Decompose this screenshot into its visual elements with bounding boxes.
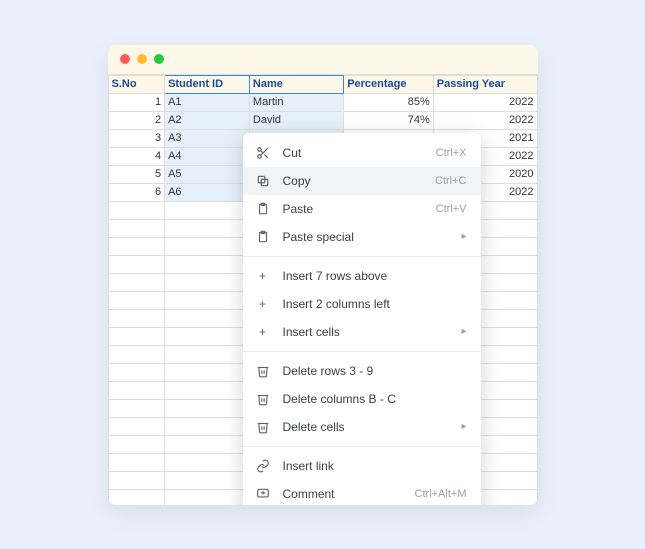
cell-student-id[interactable]: A1 (165, 93, 250, 111)
plus-icon: + (255, 324, 271, 340)
submenu-arrow-icon: ▸ (461, 231, 466, 242)
menu-delete-cols[interactable]: Delete columns B - C (243, 385, 481, 413)
submenu-arrow-icon: ▸ (461, 421, 466, 432)
link-icon (255, 458, 271, 474)
menu-paste[interactable]: Paste Ctrl+V (243, 195, 481, 223)
cell-student-id[interactable]: A4 (165, 147, 250, 165)
menu-label: Copy (283, 174, 424, 188)
menu-insert-cells[interactable]: + Insert cells ▸ (243, 318, 481, 346)
comment-icon (255, 486, 271, 502)
cell-sno[interactable]: 1 (108, 93, 165, 111)
header-sno[interactable]: S.No (108, 75, 165, 93)
menu-shortcut: Ctrl+V (436, 203, 467, 215)
menu-delete-rows[interactable]: Delete rows 3 - 9 (243, 357, 481, 385)
header-row: S.No Student ID Name Percentage Passing … (108, 75, 537, 93)
context-menu: Cut Ctrl+X Copy Ctrl+C Paste Ctrl+V Past… (243, 133, 481, 505)
menu-label: Paste special (283, 230, 450, 244)
header-passing-year[interactable]: Passing Year (433, 75, 537, 93)
table-row[interactable]: 1A1Martin85%2022 (108, 93, 537, 111)
cell-name[interactable]: David (249, 111, 343, 129)
menu-label: Comment (283, 487, 403, 501)
titlebar (108, 45, 538, 75)
menu-label: Insert 2 columns left (283, 297, 467, 311)
cell-sno[interactable]: 2 (108, 111, 165, 129)
menu-label: Insert cells (283, 325, 450, 339)
menu-label: Insert link (283, 459, 467, 473)
cell-year[interactable]: 2022 (433, 93, 537, 111)
cell-student-id[interactable]: A3 (165, 129, 250, 147)
cell-sno[interactable]: 4 (108, 147, 165, 165)
cell-sno[interactable]: 6 (108, 183, 165, 201)
header-percentage[interactable]: Percentage (344, 75, 434, 93)
menu-label: Insert 7 rows above (283, 269, 467, 283)
cell-percentage[interactable]: 74% (344, 111, 434, 129)
menu-divider (243, 446, 481, 447)
cell-student-id[interactable]: A5 (165, 165, 250, 183)
menu-copy[interactable]: Copy Ctrl+C (243, 167, 481, 195)
cell-sno[interactable]: 5 (108, 165, 165, 183)
cell-student-id[interactable]: A2 (165, 111, 250, 129)
trash-icon (255, 419, 271, 435)
menu-paste-special[interactable]: Paste special ▸ (243, 223, 481, 251)
cell-sno[interactable]: 3 (108, 129, 165, 147)
submenu-arrow-icon: ▸ (461, 326, 466, 337)
minimize-dot[interactable] (137, 54, 147, 64)
header-name[interactable]: Name (249, 75, 343, 93)
cell-year[interactable]: 2022 (433, 111, 537, 129)
menu-cut[interactable]: Cut Ctrl+X (243, 139, 481, 167)
menu-divider (243, 351, 481, 352)
table-row[interactable]: 2A2David74%2022 (108, 111, 537, 129)
scissors-icon (255, 145, 271, 161)
menu-label: Delete columns B - C (283, 392, 467, 406)
menu-divider (243, 256, 481, 257)
menu-insert-cols[interactable]: + Insert 2 columns left (243, 290, 481, 318)
menu-label: Cut (283, 146, 424, 160)
menu-label: Delete rows 3 - 9 (283, 364, 467, 378)
menu-insert-rows[interactable]: + Insert 7 rows above (243, 262, 481, 290)
header-student-id[interactable]: Student ID (165, 75, 250, 93)
cell-percentage[interactable]: 85% (344, 93, 434, 111)
plus-icon: + (255, 296, 271, 312)
spreadsheet-window: S.No Student ID Name Percentage Passing … (108, 45, 538, 505)
clipboard-icon (255, 201, 271, 217)
menu-label: Paste (283, 202, 424, 216)
menu-label: Delete cells (283, 420, 450, 434)
menu-comment[interactable]: Comment Ctrl+Alt+M (243, 480, 481, 505)
clipboard-special-icon (255, 229, 271, 245)
trash-icon (255, 391, 271, 407)
menu-delete-cells[interactable]: Delete cells ▸ (243, 413, 481, 441)
menu-insert-link[interactable]: Insert link (243, 452, 481, 480)
copy-icon (255, 173, 271, 189)
trash-icon (255, 363, 271, 379)
plus-icon: + (255, 268, 271, 284)
menu-shortcut: Ctrl+X (436, 147, 467, 159)
close-dot[interactable] (120, 54, 130, 64)
menu-shortcut: Ctrl+Alt+M (415, 488, 467, 500)
cell-student-id[interactable]: A6 (165, 183, 250, 201)
maximize-dot[interactable] (154, 54, 164, 64)
menu-shortcut: Ctrl+C (435, 175, 466, 187)
cell-name[interactable]: Martin (249, 93, 343, 111)
